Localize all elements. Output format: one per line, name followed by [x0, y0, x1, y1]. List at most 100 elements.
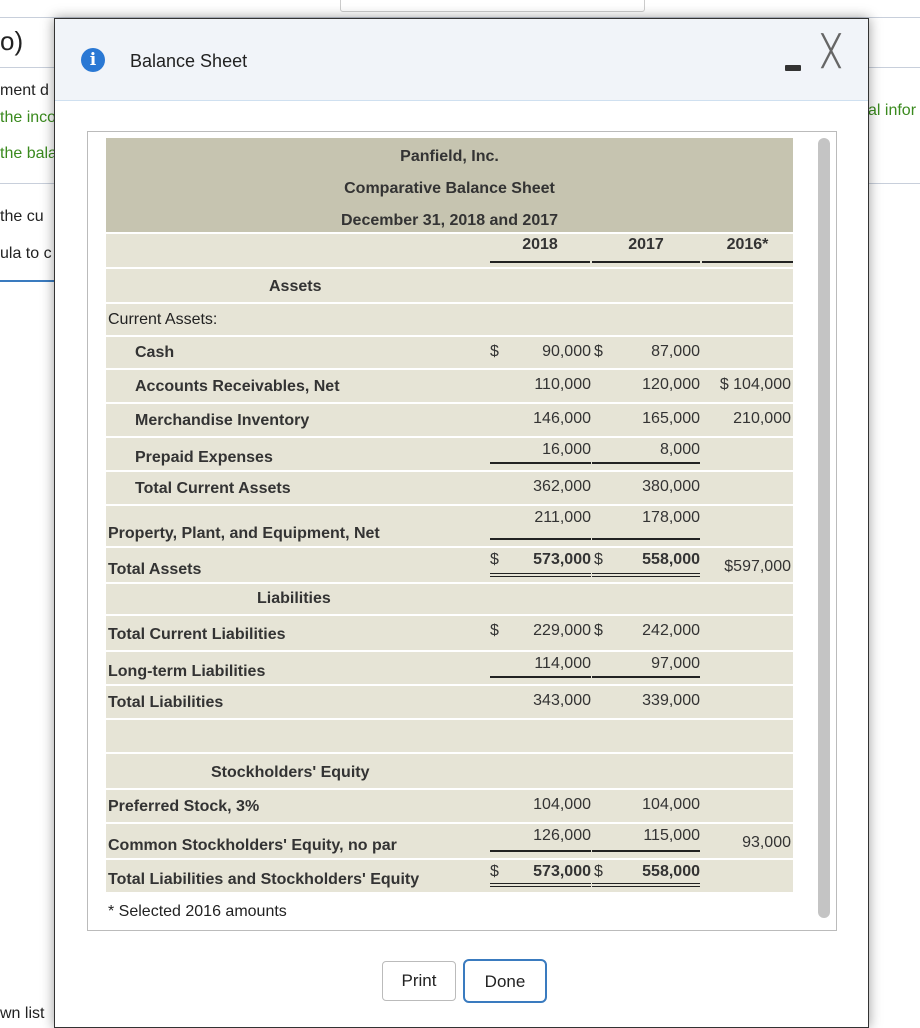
value-2018: 114,000 — [534, 655, 591, 672]
value-2016: 210,000 — [733, 410, 791, 427]
double-underline — [490, 572, 591, 577]
value-2018: 104,000 — [533, 796, 591, 813]
value-2018: 90,000 — [542, 343, 591, 360]
currency-2018: $ — [490, 622, 499, 639]
table-row: Total Liabilities and Stockholders' Equi… — [106, 860, 793, 892]
row-label: Current Assets: — [108, 311, 218, 328]
value-2018: 343,000 — [533, 692, 591, 709]
underline — [592, 850, 700, 852]
year-2018: 2018 — [490, 236, 590, 263]
value-2017: 178,000 — [642, 509, 700, 526]
row-label: Total Liabilities — [108, 694, 224, 711]
row-label: Property, Plant, and Equipment, Net — [108, 525, 380, 542]
row-label: Merchandise Inventory — [135, 412, 310, 429]
table-row: Common Stockholders' Equity, no par 126,0… — [106, 824, 793, 858]
table-row: Property, Plant, and Equipment, Net 211,0… — [106, 506, 793, 546]
value-2017: 380,000 — [642, 478, 700, 495]
table-row: Prepaid Expenses 16,000 8,000 — [106, 438, 793, 470]
top-navigation-control[interactable] — [340, 0, 645, 12]
value-2018: 362,000 — [533, 478, 591, 495]
bg-fragment: ment d — [0, 82, 49, 99]
value-2018: 211,000 — [534, 509, 591, 526]
print-button[interactable]: Print — [382, 961, 456, 1001]
underline — [490, 538, 591, 540]
value-2018: 573,000 — [533, 863, 591, 880]
value-2018: 229,000 — [533, 622, 591, 639]
value-2018: 126,000 — [533, 827, 591, 844]
table-row: Preferred Stock, 3% 104,000 104,000 — [106, 790, 793, 822]
value-2017: 104,000 — [642, 796, 700, 813]
section-heading: Assets — [269, 278, 322, 295]
underline — [592, 538, 700, 540]
sheet-header: Panfield, Inc. Comparative Balance Sheet… — [106, 138, 793, 232]
value-2017: 120,000 — [642, 376, 700, 393]
scrollbar[interactable] — [818, 138, 830, 918]
value-2018: 146,000 — [533, 410, 591, 427]
statement-title: Comparative Balance Sheet — [344, 180, 555, 197]
table-row: Stockholders' Equity — [106, 754, 793, 788]
currency-2017: $ — [594, 863, 603, 880]
bg-fragment: wn list — [0, 1005, 45, 1022]
table-row: Current Assets: — [106, 304, 793, 335]
table-row: Long-term Liabilities 114,000 97,000 — [106, 652, 793, 684]
row-label: Total Current Assets — [135, 480, 291, 497]
bg-fragment: the cu — [0, 208, 44, 225]
currency-2017: $ — [594, 551, 603, 568]
value-2017: 8,000 — [659, 441, 700, 458]
row-label: Prepaid Expenses — [135, 449, 273, 466]
dialog-title: Balance Sheet — [130, 51, 248, 71]
currency-2018: $ — [490, 863, 499, 880]
dialog-header: i Balance Sheet ╳ — [55, 19, 868, 101]
underline — [592, 676, 700, 678]
value-2018: 573,000 — [533, 551, 591, 568]
underline — [592, 462, 700, 464]
company-name: Panfield, Inc. — [400, 148, 499, 165]
table-row: Assets — [106, 269, 793, 302]
underline — [490, 850, 591, 852]
bg-fragment: al infor — [868, 102, 917, 119]
value-2017: 97,000 — [651, 655, 700, 672]
year-2016: 2016* — [702, 236, 793, 263]
table-row: Cash $90,000 $87,000 — [106, 337, 793, 368]
value-2018: 16,000 — [542, 441, 591, 458]
section-heading: Liabilities — [257, 590, 331, 607]
table-row: Total Current Assets 362,000 380,000 — [106, 472, 793, 504]
done-button[interactable]: Done — [463, 959, 547, 1003]
value-2017: 558,000 — [642, 863, 700, 880]
row-label: Preferred Stock, 3% — [108, 798, 260, 815]
table-row: Merchandise Inventory 146,000 165,000 210,0… — [106, 404, 793, 436]
value-2017: 87,000 — [651, 343, 700, 360]
value-2017: 165,000 — [642, 410, 700, 427]
row-label: Long-term Liabilities — [108, 663, 266, 680]
table-row: Total Assets $573,000 $558,000 $597,000 — [106, 548, 793, 582]
year-header-row: 2018 2017 2016* — [106, 234, 793, 267]
value-2017: 115,000 — [643, 827, 700, 844]
row-label: Total Current Liabilities — [108, 626, 286, 643]
row-label: Cash — [135, 344, 175, 361]
minimize-button[interactable] — [785, 65, 801, 71]
underline — [490, 676, 591, 678]
value-2017: 339,000 — [642, 692, 700, 709]
value-2017: 558,000 — [642, 551, 700, 568]
value-2017: 242,000 — [642, 622, 700, 639]
double-underline — [592, 572, 700, 577]
info-icon: i — [81, 48, 105, 72]
bg-fragment: the bala — [0, 145, 57, 162]
value-2018: 110,000 — [534, 376, 591, 393]
currency-2018: $ — [490, 551, 499, 568]
section-heading: Stockholders' Equity — [211, 764, 370, 781]
bg-fragment: ula to c — [0, 245, 52, 262]
row-label: Total Liabilities and Stockholders' Equi… — [108, 871, 420, 888]
currency-2017: $ — [594, 622, 603, 639]
currency-2018: $ — [490, 343, 499, 360]
table-row: Total Liabilities 343,000 339,000 — [106, 686, 793, 718]
row-label: Common Stockholders' Equity, no par — [108, 837, 397, 854]
close-icon[interactable]: ╳ — [822, 37, 840, 67]
row-label: Total Assets — [108, 561, 202, 578]
bg-fragment: the inco — [0, 109, 57, 126]
table-row: Total Current Liabilities $229,000 $242,00… — [106, 616, 793, 650]
year-2017: 2017 — [592, 236, 700, 263]
value-2016: 93,000 — [742, 834, 791, 851]
row-label: Accounts Receivables, Net — [135, 378, 340, 395]
value-2016: $ 104,000 — [719, 376, 791, 393]
